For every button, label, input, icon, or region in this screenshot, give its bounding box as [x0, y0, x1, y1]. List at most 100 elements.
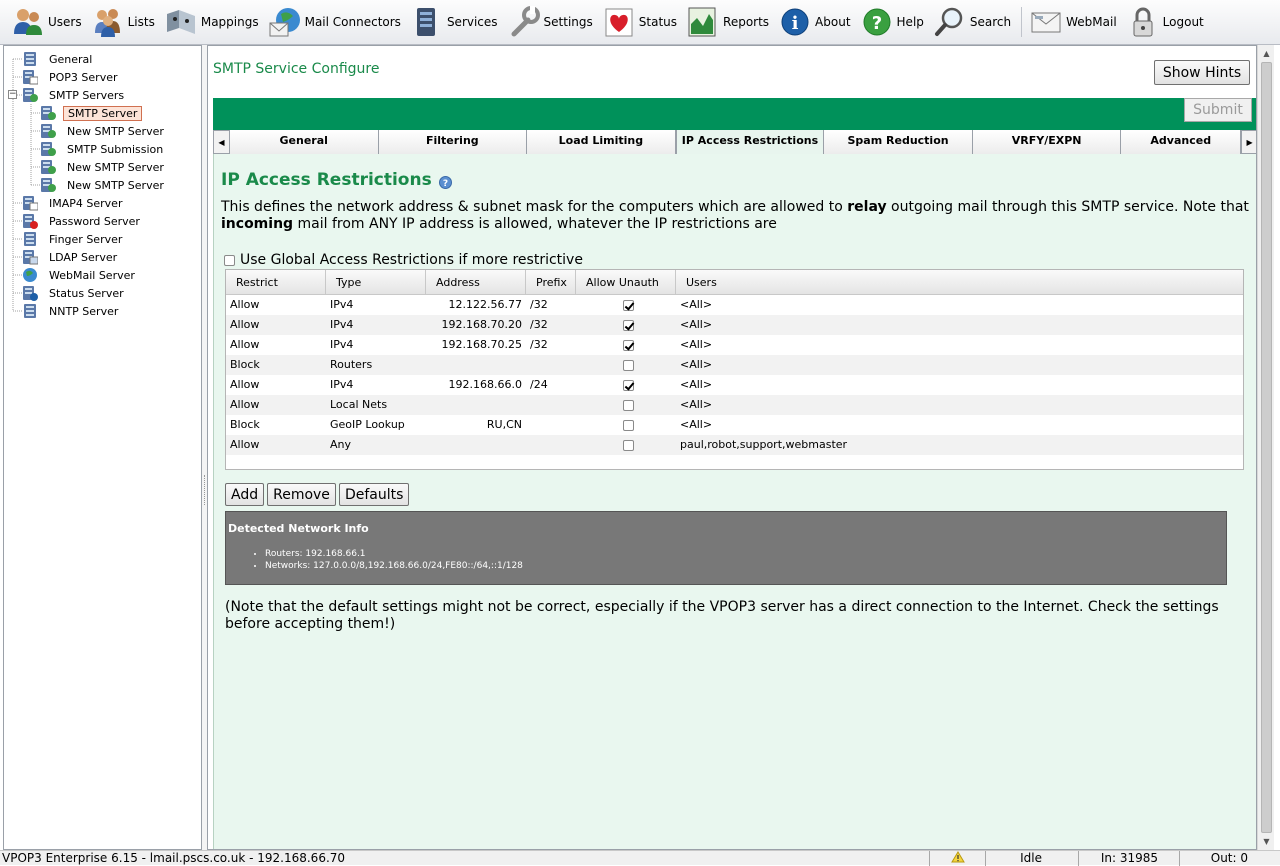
tab-general[interactable]: General: [229, 130, 379, 154]
cell-restrict: Allow: [230, 298, 260, 311]
tree-item-nntp-server[interactable]: NNTP Server: [4, 302, 201, 320]
description-bold-incoming: incoming: [221, 216, 294, 232]
toolbar-lists-button[interactable]: Lists: [88, 2, 159, 42]
tree-item-label: SMTP Server: [63, 105, 143, 121]
toolbar-mappings-label: Mappings: [200, 15, 259, 29]
toolbar-help-button[interactable]: ? Help: [857, 2, 928, 42]
cell-type: Any: [330, 438, 352, 451]
cell-type: IPv4: [330, 298, 354, 311]
vertical-scrollbar[interactable]: ▲ ▼: [1257, 45, 1274, 850]
global-restrictions-checkbox[interactable]: [224, 254, 235, 266]
toolbar-logout-button[interactable]: Logout: [1123, 2, 1208, 42]
toolbar-mail-connectors-label: Mail Connectors: [304, 15, 401, 29]
cell-users: <All>: [680, 378, 713, 391]
table-row[interactable]: Block Routers <All>: [226, 355, 1243, 375]
tree-item-label: General: [49, 52, 93, 66]
webmail-icon: [1030, 6, 1062, 38]
allow-unauth-checkbox[interactable]: [622, 419, 634, 431]
status-out-count: Out: 0: [1179, 851, 1280, 866]
cell-users: paul,robot,support,webmaster: [680, 438, 848, 451]
users-icon: [12, 6, 44, 38]
table-row[interactable]: Allow Any paul,robot,support,webmaster: [226, 435, 1243, 455]
tab-ip-access-restrictions[interactable]: IP Access Restrictions: [675, 130, 825, 154]
tree-item-pop3-server[interactable]: POP3 Server: [4, 68, 201, 86]
toolbar-mail-connectors-button[interactable]: Mail Connectors: [265, 2, 405, 42]
tree-item-imap4-server[interactable]: IMAP4 Server: [4, 194, 201, 212]
tree-item-new-smtp-server[interactable]: New SMTP Server: [4, 176, 201, 194]
column-header-restrict[interactable]: Restrict: [226, 270, 326, 295]
submit-button[interactable]: Submit: [1184, 98, 1252, 122]
toolbar-users-button[interactable]: Users: [8, 2, 86, 42]
tree-item-label: SMTP Servers: [49, 88, 125, 102]
column-header-address[interactable]: Address: [426, 270, 526, 295]
column-header-type[interactable]: Type: [326, 270, 426, 295]
cell-users: <All>: [680, 338, 713, 351]
cell-address: [426, 355, 526, 375]
password-server-icon: [22, 213, 38, 229]
tab-vrfy-expn[interactable]: VRFY/EXPN: [972, 130, 1122, 154]
allow-unauth-checkbox[interactable]: [622, 319, 634, 331]
tab-filtering[interactable]: Filtering: [378, 130, 528, 154]
tree-item-ldap-server[interactable]: LDAP Server: [4, 248, 201, 266]
defaults-button[interactable]: Defaults: [338, 483, 410, 506]
tree-item-label: Status Server: [49, 286, 124, 300]
action-bar: Submit: [213, 98, 1256, 130]
table-row[interactable]: Allow IPv4 192.168.66.0/24 <All>: [226, 375, 1243, 395]
toolbar-search-button[interactable]: Search: [930, 2, 1015, 42]
tab-scroll-left-icon[interactable]: ◀: [213, 130, 230, 154]
table-row[interactable]: Block GeoIP Lookup RU,CN <All>: [226, 415, 1243, 435]
allow-unauth-checkbox[interactable]: [622, 439, 634, 451]
allow-unauth-checkbox[interactable]: [622, 299, 634, 311]
tab-spam-reduction[interactable]: Spam Reduction: [824, 130, 973, 154]
cell-allow-unauth: [576, 355, 676, 375]
status-warning-cell[interactable]: [929, 851, 985, 866]
remove-button[interactable]: Remove: [267, 483, 336, 506]
table-row[interactable]: Allow Local Nets <All>: [226, 395, 1243, 415]
table-row[interactable]: Allow IPv4 192.168.70.20/32 <All>: [226, 315, 1243, 335]
toolbar-services-button[interactable]: Services: [407, 2, 502, 42]
column-header-allow-unauth[interactable]: Allow Unauth: [576, 270, 676, 295]
tree-item-new-smtp-server[interactable]: New SMTP Server: [4, 158, 201, 176]
allow-unauth-checkbox[interactable]: [622, 399, 634, 411]
toolbar-mappings-button[interactable]: Mappings: [161, 2, 263, 42]
tab-load-limiting[interactable]: Load Limiting: [527, 130, 676, 154]
allow-unauth-checkbox[interactable]: [622, 339, 634, 351]
scroll-down-icon[interactable]: ▼: [1258, 833, 1275, 850]
allow-unauth-checkbox[interactable]: [622, 359, 634, 371]
tree-item-finger-server[interactable]: Finger Server: [4, 230, 201, 248]
tab-scroll-right-icon[interactable]: ▶: [1241, 130, 1256, 154]
tree-item-smtp-server[interactable]: SMTP Server: [4, 104, 201, 122]
tree-item-general[interactable]: General: [4, 50, 201, 68]
table-row[interactable]: Allow IPv4 12.122.56.77/32 <All>: [226, 295, 1243, 315]
toolbar-settings-button[interactable]: Settings: [504, 2, 597, 42]
show-hints-button[interactable]: Show Hints: [1154, 60, 1250, 85]
search-icon: [934, 6, 966, 38]
scroll-up-icon[interactable]: ▲: [1258, 45, 1275, 62]
table-row[interactable]: Allow IPv4 192.168.70.25/32 <All>: [226, 335, 1243, 355]
description-text: This defines the network address & subne…: [221, 199, 848, 215]
help-circle-icon[interactable]: ?: [438, 174, 452, 189]
scrollbar-thumb[interactable]: [1261, 62, 1272, 833]
toolbar-about-button[interactable]: i About: [775, 2, 854, 42]
toolbar-status-button[interactable]: Status: [599, 2, 681, 42]
toolbar-reports-button[interactable]: Reports: [683, 2, 773, 42]
tab-advanced[interactable]: Advanced: [1121, 130, 1242, 154]
toolbar-search-label: Search: [969, 15, 1012, 29]
cell-address: RU,CN: [486, 418, 522, 431]
toolbar-webmail-button[interactable]: WebMail: [1026, 2, 1121, 42]
tree-item-smtp-servers[interactable]: − SMTP Servers: [4, 86, 201, 104]
column-header-prefix[interactable]: Prefix: [526, 270, 576, 295]
tree-item-new-smtp-server[interactable]: New SMTP Server: [4, 122, 201, 140]
add-button[interactable]: Add: [225, 483, 265, 506]
collapse-toggle-icon[interactable]: −: [8, 90, 17, 99]
svg-text:?: ?: [871, 13, 881, 34]
tree-item-webmail-server[interactable]: WebMail Server: [4, 266, 201, 284]
column-header-users[interactable]: Users: [676, 270, 1243, 295]
allow-unauth-checkbox[interactable]: [622, 379, 634, 391]
cell-prefix: /32: [530, 298, 548, 311]
tree-item-password-server[interactable]: Password Server: [4, 212, 201, 230]
status-bar-text: VPOP3 Enterprise 6.15 - lmail.pscs.co.uk…: [2, 851, 346, 865]
tree-item-status-server[interactable]: Status Server: [4, 284, 201, 302]
tree-item-smtp-submission[interactable]: SMTP Submission: [4, 140, 201, 158]
config-tabs: ◀ General Filtering Load Limiting IP Acc…: [213, 130, 1256, 154]
